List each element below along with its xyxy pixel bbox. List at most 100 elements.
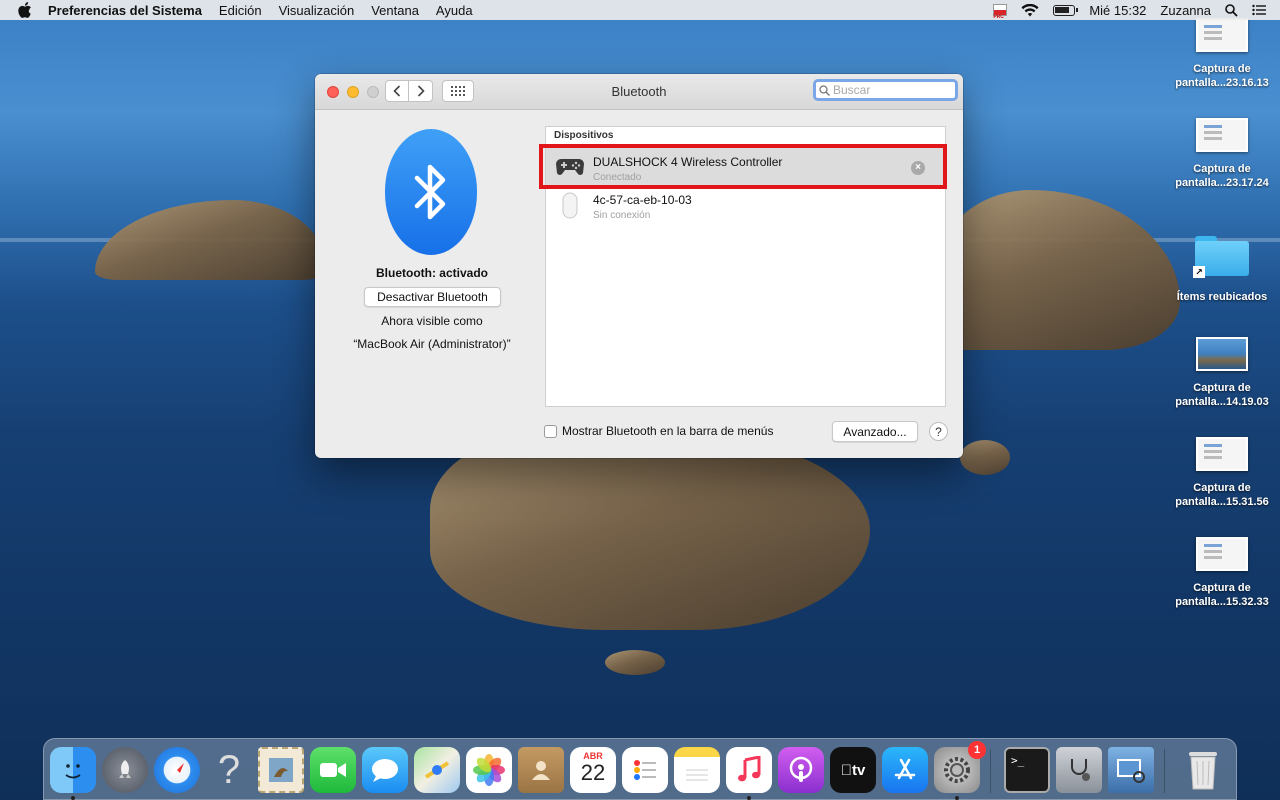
stethoscope-icon	[1071, 759, 1090, 781]
finder-face-icon	[65, 764, 81, 779]
alias-arrow-icon: ↗	[1193, 266, 1205, 278]
desktop-icon-label: Captura de	[1193, 582, 1251, 594]
show-in-menubar-option[interactable]: Mostrar Bluetooth en la barra de menús	[544, 424, 773, 438]
advanced-button[interactable]: Avanzado...	[832, 421, 918, 442]
dock-separator	[1164, 749, 1165, 793]
eagle-stamp-icon	[269, 758, 293, 782]
search-input[interactable]	[833, 83, 948, 97]
clock[interactable]: Mié 15:32	[1089, 3, 1146, 18]
desktop-icon-label: pantalla...14.19.03	[1175, 396, 1269, 408]
desktop-icon-label: Ítems reubicados	[1176, 291, 1268, 303]
screenshot-thumbnail-icon	[1196, 537, 1248, 571]
desktop-icon-screenshot-2[interactable]: Captura de pantalla...23.17.24	[1172, 118, 1272, 190]
dock-separator	[990, 749, 991, 793]
toggle-bluetooth-button[interactable]: Desactivar Bluetooth	[364, 287, 501, 307]
photos-flower-icon	[473, 754, 505, 786]
dock-terminal-icon[interactable]: >_	[1004, 747, 1050, 793]
desktop-icon-folder[interactable]: ↗ Ítems reubicados	[1172, 236, 1272, 304]
desktop-icon-screenshot-4[interactable]: Captura de pantalla...15.31.56	[1172, 437, 1272, 509]
desktop-icon-screenshot-1[interactable]: Captura de pantalla...23.16.13	[1172, 18, 1272, 90]
spotlight-search-icon[interactable]	[1225, 3, 1238, 17]
search-icon	[819, 84, 830, 96]
notification-center-icon[interactable]	[1252, 4, 1266, 16]
desktop-icon-label: pantalla...15.31.56	[1175, 496, 1269, 508]
flag-label: PRC	[993, 14, 1004, 20]
dock-app-store-icon[interactable]	[882, 747, 928, 793]
dock-podcasts-icon[interactable]	[778, 747, 824, 793]
screenshot-thumbnail-icon	[1196, 18, 1248, 52]
running-indicator	[71, 796, 75, 800]
dock-maps-icon[interactable]	[414, 747, 460, 793]
gear-icon	[944, 757, 970, 783]
battery-icon[interactable]	[1053, 4, 1079, 16]
dock-mail-icon[interactable]	[258, 747, 304, 793]
dock-facetime-icon[interactable]	[310, 747, 356, 793]
notification-badge: 1	[968, 741, 986, 759]
dock-tv-icon[interactable]: tv	[830, 747, 876, 793]
dock-help-icon[interactable]: ?	[206, 747, 252, 793]
dock-calendar-icon[interactable]: ABR 22	[570, 747, 616, 793]
gamepad-icon	[556, 159, 584, 175]
dock-music-icon[interactable]	[726, 747, 772, 800]
device-row-mouse[interactable]: 4c-57-ca-eb-10-03 Sin conexión	[546, 186, 945, 224]
island-center	[430, 430, 870, 630]
rocket-icon	[119, 760, 131, 778]
chat-bubble-icon	[372, 759, 398, 782]
desktop-icon-screenshot-5[interactable]: Captura de pantalla...15.32.33	[1172, 537, 1272, 609]
dock-notes-icon[interactable]	[674, 747, 720, 793]
map-pin-icon	[424, 761, 450, 779]
bluetooth-status: Bluetooth: activado	[375, 266, 488, 280]
title-bar[interactable]: Bluetooth	[315, 74, 963, 110]
desktop-icon-label: pantalla...15.32.33	[1175, 596, 1269, 608]
mouse-icon	[562, 192, 578, 219]
wifi-icon[interactable]	[1021, 3, 1039, 17]
island-left	[95, 200, 325, 280]
device-row-dualshock[interactable]: DUALSHOCK 4 Wireless Controller Conectad…	[546, 148, 945, 186]
desktop-icon-screenshot-3[interactable]: Captura de pantalla...14.19.03	[1172, 337, 1272, 409]
screenshot-thumbnail-icon	[1196, 437, 1248, 471]
dock-reminders-icon[interactable]	[622, 747, 668, 793]
dock-finder-icon[interactable]	[50, 747, 96, 800]
dock-contacts-icon[interactable]	[518, 747, 564, 793]
desktop-icon-label: Captura de	[1193, 163, 1251, 175]
calendar-day: 22	[580, 760, 606, 785]
music-note-icon	[738, 756, 761, 782]
devices-header: Dispositivos	[554, 130, 614, 141]
menu-visualizacion[interactable]: Visualización	[279, 3, 355, 18]
input-source-flag-icon[interactable]: PRC	[993, 4, 1008, 20]
bluetooth-preferences-window: Bluetooth Bluetooth: activado Desactivar…	[315, 74, 963, 458]
app-store-a-icon	[894, 758, 916, 780]
dock-launchpad-icon[interactable]	[102, 747, 148, 793]
rock	[960, 440, 1010, 475]
list-bullets-icon	[634, 760, 656, 780]
show-in-menubar-checkbox[interactable]	[544, 424, 557, 438]
menu-ayuda[interactable]: Ayuda	[436, 3, 473, 18]
dock-trash-icon[interactable]	[1180, 747, 1226, 793]
dock-messages-icon[interactable]	[362, 747, 408, 793]
question-mark-icon: ?	[217, 747, 241, 792]
menu-ventana[interactable]: Ventana	[371, 3, 419, 18]
dock-preview-icon[interactable]	[1108, 747, 1154, 793]
remove-device-button[interactable]: ×	[911, 161, 925, 175]
dock-photos-icon[interactable]	[466, 747, 512, 793]
help-button[interactable]: ?	[929, 422, 948, 441]
search-field[interactable]	[813, 79, 958, 101]
compass-icon	[170, 763, 184, 777]
user-name[interactable]: Zuzanna	[1160, 3, 1211, 18]
notes-lines-icon	[686, 769, 708, 781]
running-indicator	[747, 796, 751, 800]
dock-safari-icon[interactable]	[154, 747, 200, 793]
dock-disk-utility-icon[interactable]	[1056, 747, 1102, 793]
bluetooth-rune-icon	[414, 164, 446, 220]
screenshot-thumbnail-icon	[1196, 118, 1248, 152]
dock-system-preferences-icon[interactable]: 1	[934, 741, 986, 800]
island-small	[605, 650, 665, 675]
device-status: Sin conexión	[593, 210, 651, 221]
menu-edicion[interactable]: Edición	[219, 3, 262, 18]
menu-bar: Preferencias del Sistema Edición Visuali…	[0, 0, 1280, 20]
menu-bar-extras: PRC Mié 15:32 Zuzanna	[993, 0, 1280, 20]
device-status: Conectado	[593, 172, 642, 183]
visible-as-label: Ahora visible como	[381, 314, 483, 328]
menu-app-name[interactable]: Preferencias del Sistema	[48, 3, 202, 18]
apple-icon[interactable]	[18, 2, 32, 18]
